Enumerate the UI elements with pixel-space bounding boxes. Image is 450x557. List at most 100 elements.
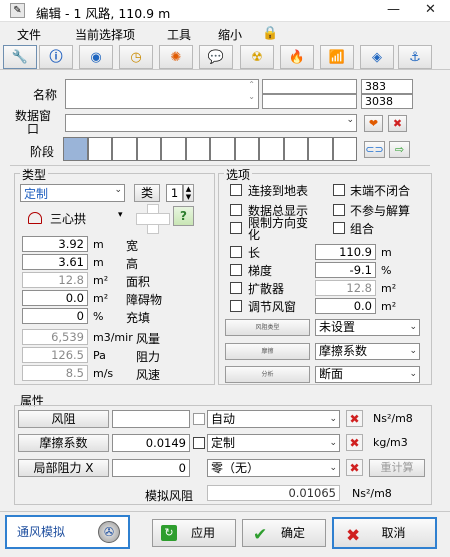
simulate-label: 通风模拟 [17, 525, 66, 539]
clock-icon[interactable]: ◷ [119, 45, 153, 69]
window-title: 编辑 - 1 风路, 110.9 m [36, 6, 171, 21]
analysis-select[interactable]: 断面 ⌄ [315, 366, 420, 383]
friction-mode-select[interactable]: 定制 ⌄ [207, 434, 340, 452]
scroll-down-icon[interactable]: ⌄ [248, 92, 255, 101]
area-unit: m² [93, 274, 109, 287]
type-select[interactable]: 定制 ⌄ [20, 184, 125, 202]
wifi-icon[interactable]: 📶 [320, 45, 354, 69]
obstruction-label: 障碍物 [126, 293, 163, 307]
simulate-button[interactable]: 通风模拟 ✇ [5, 515, 130, 549]
connect-surface-label: 连接到地表 [248, 184, 309, 198]
fan-icon: ✇ [98, 521, 120, 543]
clear-local-icon[interactable]: ✖ [346, 459, 363, 476]
link-icon[interactable]: ⊂⊃ [364, 141, 385, 158]
obstruction-field[interactable]: 0.0 [22, 290, 88, 306]
data-window-label: 数据窗口 [15, 109, 52, 136]
limit-direction-checkbox[interactable] [230, 222, 242, 234]
scroll-up-icon[interactable]: ⌃ [248, 80, 255, 89]
velocity-unit: m/s [93, 367, 114, 380]
shape-label[interactable]: 三心拱 [50, 210, 86, 227]
lock-icon[interactable]: 🔒 [262, 26, 278, 41]
friction-select[interactable]: 摩擦系数 ⌄ [315, 343, 420, 360]
close-button[interactable]: ✕ [425, 2, 436, 17]
resistance-checkbox[interactable] [193, 413, 205, 425]
stack-icon[interactable]: ◈ [360, 45, 394, 69]
regulator-unit: m² [381, 300, 397, 313]
footer-divider [0, 511, 450, 512]
menu-file[interactable]: 文件 [17, 26, 41, 43]
toolbar: 🔧 ⓘ ◉ ◷ ✺ 💬 ☢ 🔥 📶 ◈ ⚓ [0, 44, 450, 70]
radiation-icon[interactable]: ☢ [240, 45, 274, 69]
combine-checkbox[interactable] [333, 222, 345, 234]
local-mode-select[interactable]: 零（无） ⌄ [207, 459, 340, 477]
clear-friction-icon[interactable]: ✖ [346, 434, 363, 451]
stage-label: 阶段 [30, 145, 55, 159]
open-end-label: 末端不闭合 [350, 184, 411, 198]
resistance-button[interactable]: 风阻 [18, 410, 109, 428]
exclude-solve-checkbox[interactable] [333, 204, 345, 216]
shape-dropdown-icon[interactable]: ▾ [118, 210, 123, 220]
heart-icon[interactable]: ❤ [364, 115, 383, 132]
delete-icon[interactable]: ✖ [388, 115, 407, 132]
minimize-button[interactable]: — [387, 2, 400, 17]
wrench-icon[interactable]: 🔧 [3, 45, 37, 69]
connect-surface-checkbox[interactable] [230, 184, 242, 196]
open-end-checkbox[interactable] [333, 184, 345, 196]
name-field[interactable]: ⌃ ⌄ [65, 79, 259, 109]
globe-icon[interactable]: ◉ [79, 45, 113, 69]
resistance-unit: Pa [93, 349, 106, 362]
height-field[interactable]: 3.61 [22, 254, 88, 270]
stage-grid[interactable] [63, 137, 358, 161]
airflow-unit: m3/mir [93, 331, 133, 344]
friction-coef-checkbox[interactable] [193, 437, 205, 449]
name-field-2[interactable] [262, 79, 357, 94]
resistance-value-field[interactable] [112, 410, 190, 428]
speech-bubble-icon[interactable]: 💬 [199, 45, 233, 69]
resistance-type-button[interactable]: 风阻类型 [225, 319, 310, 336]
fill-label: 充填 [126, 311, 151, 325]
friction-prop-unit: kg/m3 [373, 436, 408, 449]
regulator-checkbox[interactable] [230, 300, 242, 312]
length-checkbox[interactable] [230, 246, 242, 258]
length-unit: m [381, 246, 392, 259]
local-resistance-button[interactable]: 局部阻力 X [18, 459, 109, 477]
always-show-checkbox[interactable] [230, 204, 242, 216]
local-resistance-field[interactable]: 0 [112, 459, 190, 477]
friction-coef-button[interactable]: 摩擦系数 [18, 434, 109, 452]
resistance-mode-select[interactable]: 自动 ⌄ [207, 410, 340, 428]
type-spinner[interactable]: 1 [166, 184, 183, 202]
length-field[interactable]: 110.9 [315, 244, 376, 260]
apply-button[interactable]: ↻ 应用 [152, 519, 236, 547]
resistance-label: 阻力 [136, 350, 161, 364]
clear-resistance-icon[interactable]: ✖ [346, 410, 363, 427]
regulator-field[interactable]: 0.0 [315, 298, 376, 314]
sim-resistance-label: 模拟风阻 [145, 489, 194, 503]
ok-button[interactable]: ✔ 确定 [242, 519, 326, 547]
sim-resistance-field: 0.01065 [207, 485, 340, 501]
friction-button[interactable]: 摩擦 [225, 343, 310, 360]
fire-icon[interactable]: ✺ [159, 45, 193, 69]
width-field[interactable]: 3.92 [22, 236, 88, 252]
gradient-field[interactable]: -9.1 [315, 262, 376, 278]
data-window-select[interactable]: ⌄ [65, 114, 357, 132]
fill-field[interactable]: 0 [22, 308, 88, 324]
cancel-button[interactable]: ✖ 取消 [332, 517, 437, 549]
recalculate-button: 重计算 [369, 459, 425, 477]
id-field-1: 383 [361, 79, 413, 94]
dropper-icon[interactable]: 🔥 [280, 45, 314, 69]
gradient-checkbox[interactable] [230, 264, 242, 276]
info-icon[interactable]: ⓘ [39, 45, 73, 69]
menu-selection[interactable]: 当前选择项 [75, 26, 135, 43]
menu-tools[interactable]: 工具 [167, 26, 191, 43]
spinner-arrows[interactable]: ▲ ▼ [183, 184, 194, 202]
name-field-3[interactable] [262, 94, 357, 109]
help-button[interactable]: ? [173, 206, 194, 226]
diffuser-checkbox[interactable] [230, 282, 242, 294]
type-button[interactable]: 类 [134, 184, 160, 202]
export-icon[interactable]: ⇨ [389, 141, 410, 158]
friction-coef-field[interactable]: 0.0149 [112, 434, 190, 452]
menu-zoom-out[interactable]: 缩小 [218, 26, 242, 43]
plug-icon[interactable]: ⚓ [398, 45, 432, 69]
analysis-button[interactable]: 分析 [225, 366, 310, 383]
resistance-type-select[interactable]: 未设置 ⌄ [315, 319, 420, 336]
